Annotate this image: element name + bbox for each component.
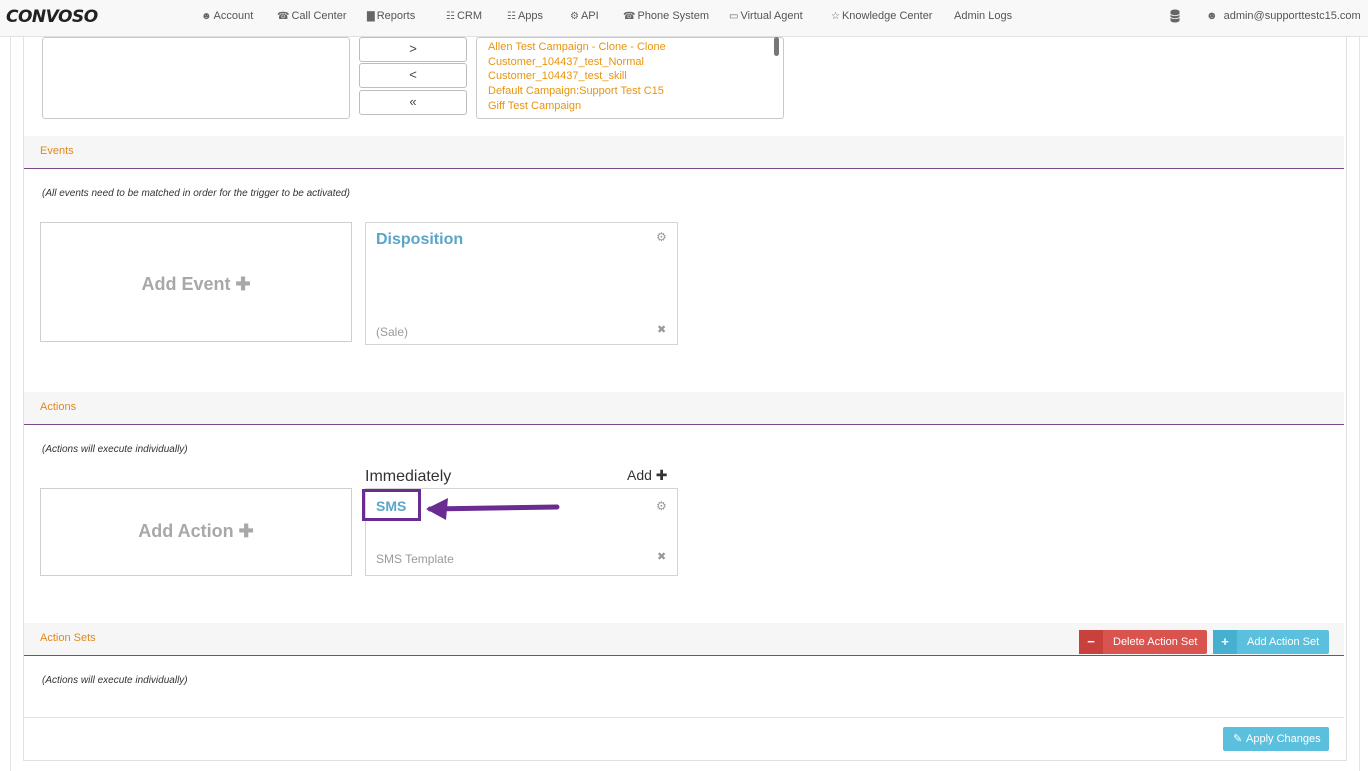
nav-call-center[interactable]: ☎ Call Center — [277, 10, 347, 22]
actions-section-header: Actions — [24, 392, 1344, 425]
add-action-button[interactable]: Add Action ✚ — [40, 488, 352, 576]
user-icon: ☻ — [1206, 10, 1218, 22]
phone-icon: ☎ — [623, 11, 636, 22]
nav-api[interactable]: ⚙ API — [570, 10, 599, 22]
grid-icon: ☷ — [507, 11, 516, 22]
phone-icon: ☎ — [277, 11, 290, 22]
event-card-title[interactable]: Disposition — [376, 231, 463, 249]
list-item[interactable]: Default Campaign:Support Test C15 — [488, 85, 664, 97]
action-sets-note: (Actions will execute individually) — [42, 675, 188, 686]
section-title: Actions — [40, 401, 77, 413]
event-card-subtitle: (Sale) — [376, 325, 409, 339]
nav-crm[interactable]: ☷ CRM — [446, 10, 482, 22]
available-campaigns-list[interactable] — [42, 37, 350, 119]
gear-icon: ⚙ — [570, 11, 579, 22]
add-action-link[interactable]: Add ✚ — [627, 467, 668, 484]
events-note: (All events need to be matched in order … — [42, 188, 350, 199]
nav-apps[interactable]: ☷ Apps — [507, 10, 543, 22]
list-item[interactable]: Customer_104437_test_Normal — [488, 56, 644, 68]
list-scrollbar[interactable] — [774, 37, 779, 56]
gear-icon[interactable]: ⚙ — [656, 230, 667, 244]
list-item[interactable]: Allen Test Campaign - Clone - Clone — [488, 41, 666, 53]
nav-admin-logs[interactable]: Admin Logs — [954, 10, 1012, 22]
add-action-set-button[interactable]: + Add Action Set — [1213, 630, 1329, 654]
add-action-label: Add Action ✚ — [138, 521, 254, 541]
list-item[interactable]: Customer_104437_test_skill — [488, 70, 627, 82]
nav-account[interactable]: ☻ Account — [201, 10, 253, 22]
annotation-arrow — [426, 498, 560, 520]
add-event-label: Add Event ✚ — [141, 274, 251, 294]
section-title: Events — [40, 145, 74, 157]
nav-reports[interactable]: ▇ Reports — [367, 10, 415, 22]
highlight-box — [362, 489, 421, 521]
move-right-button[interactable]: > — [359, 37, 467, 62]
selected-campaigns-list[interactable]: ​ Allen Test Campaign - Clone - Clone Cu… — [476, 37, 784, 119]
bar-chart-icon: ▇ — [367, 11, 375, 22]
convoso-logo[interactable]: CONVOSO — [6, 7, 98, 27]
delete-action-set-button[interactable]: − Delete Action Set — [1079, 630, 1207, 654]
user-menu[interactable]: ☻ admin@supporttestc15.com — [1206, 10, 1361, 22]
add-event-button[interactable]: Add Event ✚ — [40, 222, 352, 342]
apply-changes-button[interactable]: ✎ Apply Changes — [1223, 727, 1329, 751]
database-icon[interactable] — [1170, 9, 1180, 23]
events-section-header: Events — [24, 136, 1344, 169]
gear-icon[interactable]: ⚙ — [656, 499, 667, 513]
table-icon: ☷ — [446, 11, 455, 22]
action-card-subtitle: SMS Template — [376, 552, 454, 566]
lightbulb-icon: ☆ — [831, 11, 840, 22]
close-icon[interactable]: ✖ — [657, 550, 666, 563]
action-timing-label: Immediately — [365, 468, 452, 485]
event-card-disposition[interactable]: Disposition ⚙ (Sale) ✖ — [365, 222, 678, 345]
move-all-left-button[interactable]: « — [359, 90, 467, 115]
nav-knowledge-center[interactable]: ☆ Knowledge Center — [831, 10, 932, 22]
plus-icon: + — [1213, 630, 1237, 654]
user-icon: ☻ — [201, 11, 212, 22]
minus-icon: − — [1079, 630, 1103, 654]
edit-icon: ✎ — [1233, 733, 1243, 745]
nav-phone-system[interactable]: ☎ Phone System — [623, 10, 709, 22]
footer-divider — [24, 717, 1344, 718]
top-navbar: CONVOSO ☻ Account ☎ Call Center ▇ Reports ☷… — [0, 0, 1368, 37]
monitor-icon: ▭ — [729, 11, 739, 22]
close-icon[interactable]: ✖ — [657, 323, 666, 336]
nav-virtual-agent[interactable]: ▭ Virtual Agent — [729, 10, 803, 22]
section-title: Action Sets — [40, 632, 96, 644]
move-left-button[interactable]: < — [359, 63, 467, 88]
actions-note: (Actions will execute individually) — [42, 444, 188, 455]
list-item[interactable]: Giff Test Campaign — [488, 100, 581, 112]
